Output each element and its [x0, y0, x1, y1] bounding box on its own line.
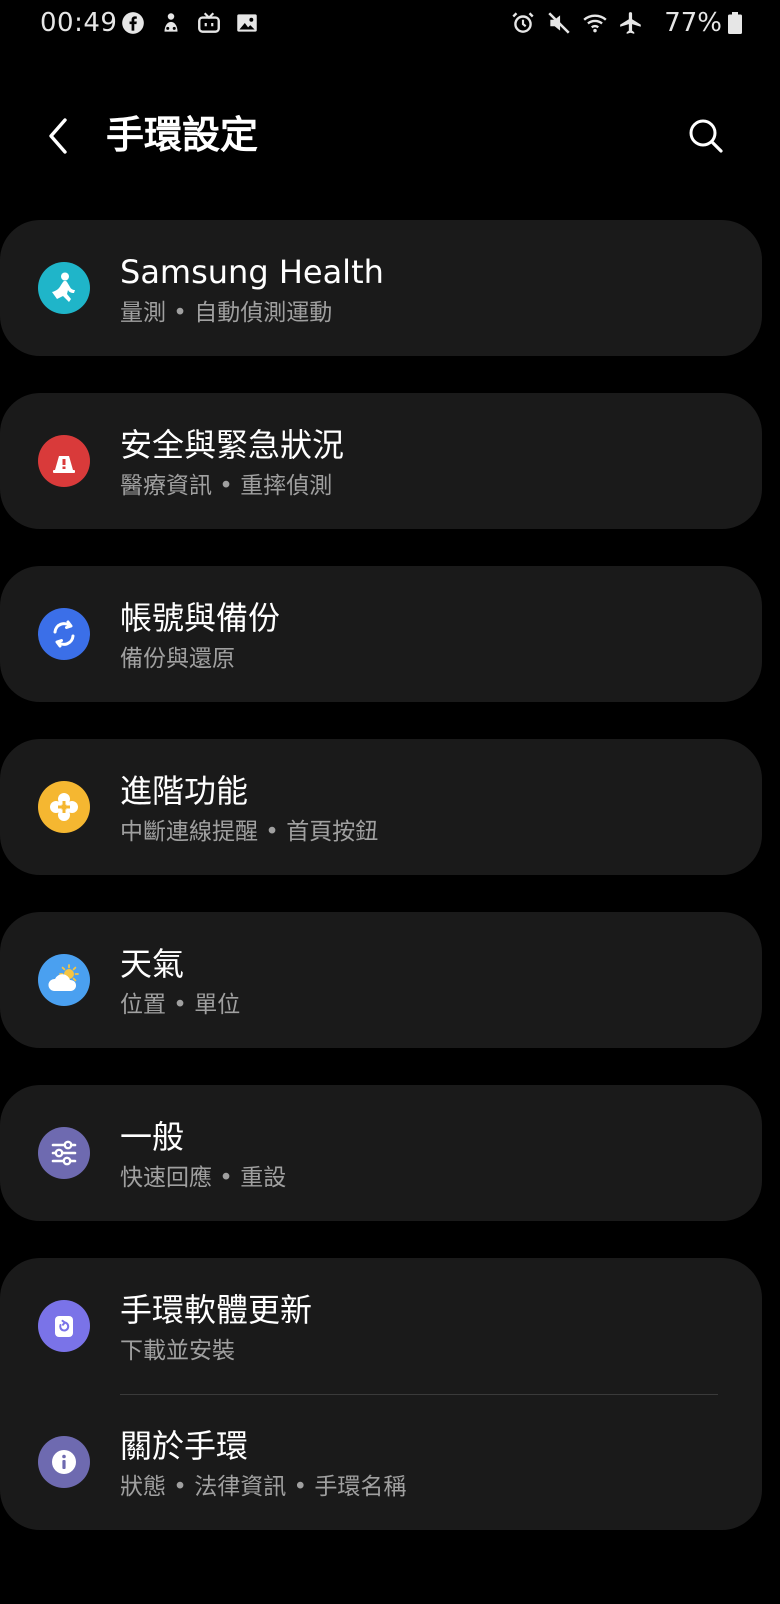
notification-icons — [120, 10, 260, 36]
battery-percentage: 77% — [664, 8, 722, 38]
settings-card-general: 一般 快速回應 • 重設 — [0, 1085, 762, 1221]
settings-item-subtitle: 快速回應 • 重設 — [120, 1165, 287, 1191]
settings-item-title: 手環軟體更新 — [120, 1291, 313, 1329]
settings-card-software: 手環軟體更新 下載並安裝 關於手環 狀態 • 法律資訊 • 手環名稱 — [0, 1258, 762, 1530]
software-update-icon — [38, 1300, 90, 1352]
settings-item-title: Samsung Health — [120, 253, 384, 291]
settings-item-title: 安全與緊急狀況 — [120, 426, 345, 464]
sliders-icon — [38, 1127, 90, 1179]
sync-icon — [38, 608, 90, 660]
settings-item-subtitle: 醫療資訊 • 重摔偵測 — [120, 473, 333, 499]
settings-item-subtitle: 位置 • 單位 — [120, 992, 241, 1018]
settings-item-about-band[interactable]: 關於手環 狀態 • 法律資訊 • 手環名稱 — [0, 1394, 762, 1530]
settings-item-title: 一般 — [120, 1118, 185, 1156]
search-button[interactable] — [682, 112, 730, 160]
settings-item-title: 進階功能 — [120, 772, 249, 810]
settings-card-safety: 安全與緊急狀況 醫療資訊 • 重摔偵測 — [0, 393, 762, 529]
settings-item-subtitle: 下載並安裝 — [120, 1338, 235, 1364]
settings-item-account-backup[interactable]: 帳號與備份 備份與還原 — [0, 566, 762, 702]
settings-item-advanced-features[interactable]: 進階功能 中斷連線提醒 • 首頁按鈕 — [0, 739, 762, 875]
settings-item-title: 帳號與備份 — [120, 599, 281, 637]
wifi-icon — [583, 14, 607, 33]
weather-icon — [38, 954, 90, 1006]
facebook-icon — [122, 12, 144, 34]
settings-item-title: 關於手環 — [120, 1427, 249, 1465]
settings-item-subtitle: 狀態 • 法律資訊 • 手環名稱 — [120, 1474, 407, 1500]
status-time: 00:49 — [40, 8, 118, 38]
mute-icon — [548, 12, 570, 34]
info-icon — [38, 1436, 90, 1488]
settings-item-title: 天氣 — [120, 945, 185, 983]
app-header: 手環設定 — [0, 100, 780, 172]
settings-item-safety[interactable]: 安全與緊急狀況 醫療資訊 • 重摔偵測 — [0, 393, 762, 529]
settings-item-software-update[interactable]: 手環軟體更新 下載並安裝 — [0, 1258, 762, 1394]
tv-icon — [198, 12, 220, 33]
app-icon — [164, 13, 178, 32]
airplane-icon — [620, 12, 641, 34]
settings-card-account: 帳號與備份 備份與還原 — [0, 566, 762, 702]
back-button[interactable] — [36, 110, 80, 162]
alarm-icon — [512, 12, 534, 33]
settings-item-subtitle: 備份與還原 — [120, 646, 235, 672]
settings-item-samsung-health[interactable]: Samsung Health 量測 • 自動偵測運動 — [0, 220, 762, 356]
safety-icon — [38, 435, 90, 487]
settings-item-general[interactable]: 一般 快速回應 • 重設 — [0, 1085, 762, 1221]
system-status-icons — [510, 10, 644, 36]
advanced-features-icon — [38, 781, 90, 833]
battery-icon — [728, 12, 742, 34]
settings-item-subtitle: 中斷連線提醒 • 首頁按鈕 — [120, 819, 379, 845]
page-title: 手環設定 — [106, 113, 259, 157]
settings-card-weather: 天氣 位置 • 單位 — [0, 912, 762, 1048]
settings-item-weather[interactable]: 天氣 位置 • 單位 — [0, 912, 762, 1048]
image-icon — [237, 14, 257, 32]
settings-card-advanced: 進階功能 中斷連線提醒 • 首頁按鈕 — [0, 739, 762, 875]
settings-card-health: Samsung Health 量測 • 自動偵測運動 — [0, 220, 762, 356]
samsung-health-icon — [38, 262, 90, 314]
search-icon — [689, 119, 723, 153]
settings-item-subtitle: 量測 • 自動偵測運動 — [120, 300, 333, 326]
status-bar: 00:49 77% — [0, 0, 780, 50]
chevron-left-icon — [49, 118, 67, 154]
